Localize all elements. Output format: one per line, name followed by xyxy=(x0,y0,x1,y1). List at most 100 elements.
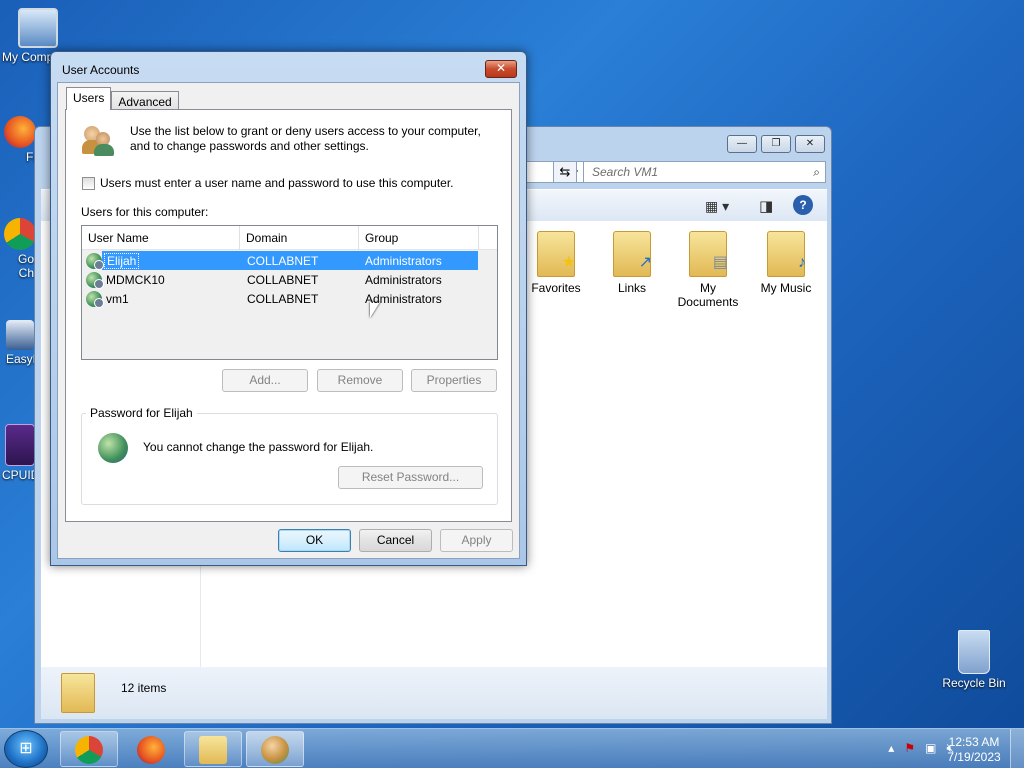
domain-user-icon xyxy=(86,271,104,289)
dialog-title: User Accounts xyxy=(62,63,140,77)
users-list-label: Users for this computer: xyxy=(81,205,209,219)
taskbar-clock[interactable]: 12:53 AM 7/19/2023 xyxy=(944,735,1004,765)
tab-users[interactable]: Users xyxy=(66,87,112,110)
domain-user-icon xyxy=(86,252,104,270)
action-center-icon[interactable]: ⚑ xyxy=(904,741,915,756)
folder-user-icon xyxy=(61,673,95,713)
user-domain: COLLABNET xyxy=(247,272,319,287)
preview-pane-icon[interactable]: ◨ xyxy=(759,197,773,215)
column-header-group[interactable]: Group xyxy=(359,226,479,250)
firefox-shortcut-icon xyxy=(4,116,36,148)
user-name: MDMCK10 xyxy=(106,272,165,287)
search-input[interactable]: Search VM1 ⌕ xyxy=(583,161,826,183)
cpuid-shortcut-icon xyxy=(5,424,35,466)
help-icon[interactable]: ? xyxy=(793,195,813,215)
user-domain: COLLABNET xyxy=(247,291,319,306)
ok-button[interactable]: OK xyxy=(278,529,351,552)
password-user-icon xyxy=(98,433,128,463)
music-folder-icon: ♪ xyxy=(767,231,806,277)
dialog-close-button[interactable]: ✕ xyxy=(485,60,517,78)
clock-time: 12:53 AM xyxy=(948,735,1000,749)
user-accounts-icon xyxy=(261,736,289,764)
close-icon: ✕ xyxy=(495,61,507,75)
folder-favorites[interactable]: ★ Favorites xyxy=(521,231,591,295)
folder-my-documents[interactable]: ▤ My Documents xyxy=(673,231,743,309)
user-accounts-dialog[interactable]: User Accounts ✕ Users Advanced Use the l… xyxy=(50,51,527,566)
chrome-shortcut-icon xyxy=(4,218,36,250)
taskbar-item-firefox[interactable] xyxy=(122,731,180,767)
intro-text: Use the list below to grant or deny user… xyxy=(130,124,481,153)
user-row-mdmck10[interactable]: MDMCK10 COLLABNET Administrators xyxy=(82,270,497,289)
item-count: 12 items xyxy=(121,681,167,695)
folder-my-music[interactable]: ♪ My Music xyxy=(751,231,821,295)
close-button[interactable]: ✕ xyxy=(795,135,825,153)
user-group: Administrators xyxy=(365,253,442,268)
remove-user-button[interactable]: Remove xyxy=(317,369,403,392)
documents-folder-icon: ▤ xyxy=(689,231,728,277)
user-group: Administrators xyxy=(365,291,442,306)
search-icon: ⌕ xyxy=(813,165,820,179)
properties-button[interactable]: Properties xyxy=(411,369,497,392)
favorites-folder-icon: ★ xyxy=(537,231,576,277)
show-desktop-button[interactable] xyxy=(1010,729,1024,768)
users-icon xyxy=(82,124,116,158)
folder-label: My Music xyxy=(760,281,812,295)
users-list-header: User Name Domain Group xyxy=(82,226,497,250)
status-bar: 12 items xyxy=(41,667,827,719)
easybcd-shortcut-icon xyxy=(6,320,34,350)
firefox-icon xyxy=(137,736,165,764)
file-explorer-icon xyxy=(199,736,227,764)
dialog-body: Users Advanced Use the list below to gra… xyxy=(57,82,520,559)
windows-logo-icon: ⊞ xyxy=(19,740,33,757)
explorer-title-buttons: — ❐ ✕ xyxy=(727,135,825,153)
start-button[interactable]: ⊞ xyxy=(4,730,48,768)
links-folder-icon: ↗ xyxy=(613,231,652,277)
tab-advanced[interactable]: Advanced xyxy=(111,91,179,110)
folder-label: Favorites xyxy=(531,281,581,295)
user-domain: COLLABNET xyxy=(247,253,319,268)
require-login-label: Users must enter a user name and passwor… xyxy=(100,176,454,190)
computer-icon xyxy=(18,8,58,48)
taskbar-item-user-accounts[interactable] xyxy=(246,731,304,767)
users-tab-page: Use the list below to grant or deny user… xyxy=(65,109,512,522)
taskbar: ⊞ ▴ ⚑ ▣ 🔇︎ 12:53 AM 7/19/2023 xyxy=(0,728,1024,768)
taskbar-item-explorer[interactable] xyxy=(184,731,242,767)
search-placeholder: Search VM1 xyxy=(592,165,659,179)
user-name: Elijah xyxy=(104,252,140,269)
require-login-checkbox[interactable] xyxy=(82,176,95,190)
require-login-checkbox-row[interactable]: Users must enter a user name and passwor… xyxy=(82,176,454,190)
folder-links[interactable]: ↗ Links xyxy=(597,231,667,295)
cancel-button[interactable]: Cancel xyxy=(359,529,432,552)
column-header-spacer xyxy=(479,226,497,250)
user-row-vm1[interactable]: vm1 COLLABNET Administrators xyxy=(82,289,497,308)
desktop-icon-label: Recycle Bin xyxy=(942,676,1006,690)
dialog-tabs: Users Advanced xyxy=(66,87,179,110)
add-user-button[interactable]: Add... xyxy=(222,369,308,392)
column-header-domain[interactable]: Domain xyxy=(240,226,359,250)
folder-label: Links xyxy=(617,281,646,295)
network-icon[interactable]: ▣ xyxy=(925,741,936,756)
refresh-icon: ⇆ xyxy=(559,164,571,179)
view-options-icon[interactable]: ▦ ▾ xyxy=(705,198,729,215)
chrome-icon xyxy=(75,736,103,764)
folder-label: My Documents xyxy=(677,281,739,309)
domain-user-icon xyxy=(86,290,104,308)
user-group: Administrators xyxy=(365,272,442,287)
recycle-bin-icon xyxy=(958,630,990,674)
clock-date: 7/19/2023 xyxy=(947,750,1001,764)
maximize-button[interactable]: ❐ xyxy=(761,135,791,153)
taskbar-item-chrome[interactable] xyxy=(60,731,118,767)
show-hidden-icons-icon[interactable]: ▴ xyxy=(888,741,894,756)
column-header-user-name[interactable]: User Name xyxy=(82,226,240,250)
user-name: vm1 xyxy=(106,291,129,306)
minimize-button[interactable]: — xyxy=(727,135,757,153)
desktop-icon-recycle-bin[interactable]: Recycle Bin xyxy=(936,630,1012,690)
reset-password-button[interactable]: Reset Password... xyxy=(338,466,483,489)
password-group-title: Password for Elijah xyxy=(86,406,197,420)
apply-button[interactable]: Apply xyxy=(440,529,513,552)
users-list[interactable]: User Name Domain Group Elijah COLLABNET … xyxy=(81,225,498,360)
user-row-elijah[interactable]: Elijah COLLABNET Administrators xyxy=(82,251,497,270)
password-message: You cannot change the password for Elija… xyxy=(143,440,374,454)
refresh-button[interactable]: ⇆ xyxy=(553,161,577,183)
password-groupbox xyxy=(81,413,498,505)
